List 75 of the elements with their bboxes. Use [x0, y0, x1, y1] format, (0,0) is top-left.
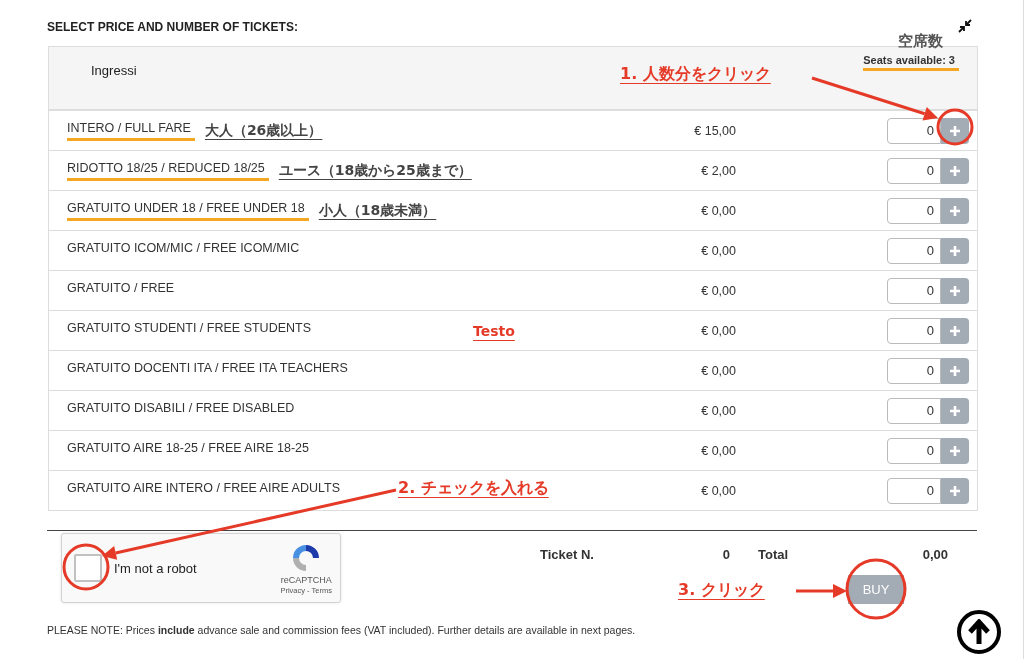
ticket-price: € 0,00	[700, 203, 736, 218]
captcha-label: I'm not a robot	[114, 560, 198, 576]
quantity-field[interactable]: 0	[887, 237, 941, 264]
callout-arrow	[796, 584, 847, 598]
quantity-field[interactable]: 0	[887, 117, 941, 144]
ticket-name: RIDOTTO 18/25 / REDUCED 18/25	[67, 160, 269, 181]
plus-icon	[949, 484, 961, 497]
plus-button[interactable]	[941, 197, 969, 224]
plus-icon	[949, 244, 961, 257]
annotation-text: Testo	[473, 322, 515, 339]
captcha-checkbox[interactable]	[74, 554, 102, 582]
ticket-price: € 15,00	[693, 123, 736, 138]
plus-button[interactable]	[941, 477, 969, 504]
ticket-price: € 0,00	[700, 283, 736, 298]
quantity-field[interactable]: 0	[887, 317, 941, 344]
plus-button[interactable]	[941, 357, 969, 384]
seats-available: Seats available: 3	[863, 54, 959, 71]
total-label: Total	[758, 547, 790, 562]
ticket-count-label: Ticket N.	[540, 547, 595, 562]
notice-text: PLEASE NOTE: Prices include advance sale and commission fees (VAT included). Further details are available in next pages.	[47, 624, 637, 636]
ticket-name: GRATUITO UNDER 18 / FREE UNDER 18	[67, 200, 309, 221]
plus-icon	[949, 404, 961, 417]
callout-text: 1. 人数分をクリック	[620, 64, 771, 85]
quantity-field[interactable]: 0	[887, 477, 941, 504]
plus-button[interactable]	[941, 117, 969, 144]
ticket-count: 0	[721, 547, 730, 562]
seats-caption: 空席数	[898, 32, 943, 51]
annotation-text: 大人（26歳以上）	[204, 121, 323, 140]
quantity-field[interactable]: 0	[887, 397, 941, 424]
highlight-circle	[936, 108, 974, 146]
ticket-name: INTERO / FULL FARE	[67, 120, 195, 141]
ticket-price: € 2,00	[700, 163, 736, 178]
scroll-up-icon[interactable]	[957, 610, 1001, 654]
ticket-name: GRATUITO / FREE	[67, 280, 176, 297]
ticket-name: GRATUITO ICOM/MIC / FREE ICOM/MIC	[67, 240, 301, 257]
plus-icon	[949, 204, 961, 217]
ticket-price: € 0,00	[700, 363, 736, 378]
annotation-text: 小人（18歳未満）	[318, 201, 437, 220]
plus-icon	[949, 324, 961, 337]
total-amount: 0,00	[921, 547, 948, 562]
highlight-circle	[845, 558, 907, 620]
ticket-name: GRATUITO AIRE INTERO / FREE AIRE ADULTS	[67, 480, 341, 497]
collapse-icon[interactable]	[958, 19, 972, 33]
quantity-field[interactable]: 0	[887, 197, 941, 224]
plus-button[interactable]	[941, 237, 969, 264]
plus-icon	[949, 364, 961, 377]
ticket-price: € 0,00	[700, 323, 736, 338]
plus-button[interactable]	[941, 317, 969, 344]
ticket-price: € 0,00	[700, 443, 736, 458]
captcha-brand: reCAPTCHA	[280, 574, 332, 585]
plus-icon	[949, 284, 961, 297]
group-title: Ingressi	[91, 62, 137, 80]
annotation-text: ユース（18歳から25歳まで）	[278, 161, 472, 180]
ticket-price: € 0,00	[700, 243, 736, 258]
plus-button[interactable]	[941, 157, 969, 184]
quantity-field[interactable]: 0	[887, 437, 941, 464]
ticket-price: € 0,00	[700, 403, 736, 418]
ticket-name: GRATUITO AIRE 18-25 / FREE AIRE 18-25	[67, 440, 310, 457]
ticket-name: GRATUITO DOCENTI ITA / FREE ITA TEACHERS	[67, 360, 349, 377]
section-heading: SELECT PRICE AND NUMBER OF TICKETS:	[47, 20, 298, 36]
callout-text: 3. クリック	[678, 580, 765, 601]
plus-button[interactable]	[941, 277, 969, 304]
plus-icon	[949, 164, 961, 177]
plus-button[interactable]	[941, 437, 969, 464]
ticket-price: € 0,00	[700, 483, 736, 498]
ticket-name: GRATUITO DISABILI / FREE DISABLED	[67, 400, 296, 417]
plus-icon	[949, 444, 961, 457]
ticket-name: GRATUITO STUDENTI / FREE STUDENTS	[67, 320, 312, 337]
plus-icon	[949, 124, 961, 137]
quantity-field[interactable]: 0	[887, 277, 941, 304]
quantity-field[interactable]: 0	[887, 357, 941, 384]
quantity-field[interactable]: 0	[887, 157, 941, 184]
callout-text: 2. チェックを入れる	[398, 478, 549, 499]
highlight-circle	[62, 543, 110, 591]
plus-button[interactable]	[941, 397, 969, 424]
